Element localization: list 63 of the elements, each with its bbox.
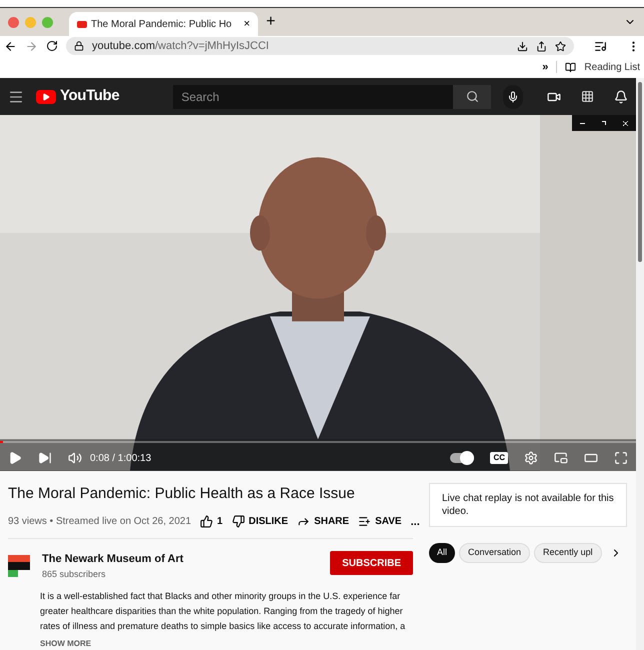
video-title: The Moral Pandemic: Public Health as a Race Issue [8, 484, 356, 504]
time-display: 0:08 / 1:00:13 [90, 452, 152, 466]
channel-avatar[interactable] [8, 555, 30, 577]
share-arrow-icon [297, 515, 310, 528]
dislike-button[interactable]: DISLIKE [232, 514, 288, 530]
forward-icon[interactable] [25, 40, 38, 52]
address-bar[interactable]: youtube.com/watch?v=jMhHyIsJCCI [66, 37, 574, 55]
subscriber-count: 865 subscribers [42, 568, 107, 580]
filter-chip[interactable]: All [429, 543, 456, 563]
thumbs-down-icon [232, 515, 245, 528]
volume-icon[interactable] [68, 451, 82, 465]
mic-button[interactable] [503, 84, 523, 109]
like-button[interactable]: 1 [200, 514, 223, 530]
show-more-button[interactable]: SHOW MORE [40, 638, 92, 650]
reload-icon[interactable] [46, 40, 58, 52]
save-button[interactable]: SAVE [358, 514, 402, 530]
video-meta: 93 views • Streamed live on Oct 26, 2021 [8, 515, 192, 530]
miniplayer-icon[interactable] [554, 451, 568, 465]
mic-icon [507, 90, 520, 103]
download-icon[interactable] [517, 40, 528, 52]
scrollbar[interactable] [636, 78, 644, 650]
youtube-logo[interactable]: YouTube [36, 85, 120, 108]
theater-mode-icon[interactable] [584, 451, 598, 465]
search-icon [466, 90, 479, 104]
channel-name[interactable]: The Newark Museum of Art [42, 551, 184, 568]
play-logo-icon [77, 20, 87, 28]
book-icon [565, 62, 576, 72]
resize-icon[interactable] [602, 121, 606, 126]
autoplay-toggle[interactable] [450, 451, 474, 465]
search-field[interactable]: Search [173, 84, 454, 109]
playlist-icon[interactable] [594, 40, 607, 52]
tab-title: The Moral Pandemic: Public Ho [91, 18, 232, 32]
subscribe-button[interactable]: SUBSCRIBE [330, 551, 413, 575]
star-icon[interactable] [555, 40, 566, 52]
close-icon[interactable] [622, 120, 628, 126]
filter-chip[interactable]: Recently upl [534, 543, 602, 563]
chat-notice: Live chat replay is not available for this video. [429, 483, 627, 527]
url-text: youtube.com/watch?v=jMhHyIsJCCI [92, 38, 269, 54]
tab-close-button[interactable]: × [244, 16, 250, 32]
share-icon[interactable] [536, 40, 547, 52]
next-icon[interactable] [38, 451, 52, 465]
add-list-icon [358, 515, 372, 528]
reading-list-link[interactable]: Reading List [584, 60, 640, 74]
back-icon[interactable] [4, 40, 17, 52]
menu-icon[interactable] [8, 88, 24, 105]
minimize-icon[interactable] [580, 122, 586, 124]
settings-icon[interactable] [524, 451, 538, 465]
apps-grid-icon[interactable] [581, 90, 594, 104]
fullscreen-icon[interactable] [614, 451, 628, 465]
video-description: It is a well-established fact that Blacks and other minority groups in the U.S. experience far greater healthcare disparities than the white population. Ranging from the tragedy of higher rates of illness and premature deaths to simple basics like access to accurate information, a [40, 590, 406, 633]
search-button[interactable] [453, 84, 492, 109]
browser-tab[interactable]: The Moral Pandemic: Public Ho × [69, 12, 258, 36]
captions-button[interactable]: CC [490, 452, 508, 464]
thumbs-up-icon [200, 515, 214, 528]
more-button[interactable]: ... [410, 514, 420, 530]
new-tab-button[interactable]: + [266, 10, 276, 34]
filter-chip[interactable]: Conversation [459, 543, 530, 563]
bell-icon[interactable] [614, 90, 628, 104]
play-icon[interactable] [8, 451, 22, 465]
bookmarks-overflow[interactable]: » [542, 58, 548, 76]
lock-icon [74, 41, 84, 51]
video-player[interactable]: 0:08 / 1:00:13 CC [0, 115, 636, 471]
share-button[interactable]: SHARE [297, 514, 350, 530]
